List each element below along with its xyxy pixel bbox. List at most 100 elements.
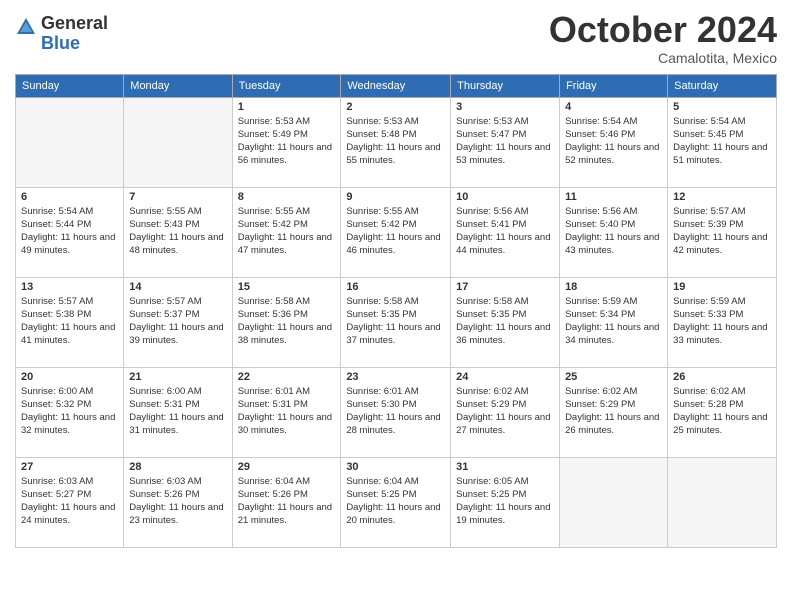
day-info: Sunrise: 5:58 AM Sunset: 5:36 PM Dayligh… bbox=[238, 295, 336, 348]
calendar-cell: 14 Sunrise: 5:57 AM Sunset: 5:37 PM Dayli… bbox=[124, 277, 232, 367]
day-info: Sunrise: 5:55 AM Sunset: 5:42 PM Dayligh… bbox=[238, 205, 336, 258]
day-number: 13 bbox=[21, 281, 118, 293]
day-info: Sunrise: 5:55 AM Sunset: 5:42 PM Dayligh… bbox=[346, 205, 445, 258]
page: General Blue October 2024 Camalotita, Me… bbox=[0, 0, 792, 612]
header-friday: Friday bbox=[560, 74, 668, 97]
day-number: 18 bbox=[565, 281, 662, 293]
day-info: Sunrise: 6:01 AM Sunset: 5:30 PM Dayligh… bbox=[346, 385, 445, 438]
day-number: 10 bbox=[456, 191, 554, 203]
calendar-cell: 28Sunrise: 6:03 AM Sunset: 5:26 PM Dayli… bbox=[124, 457, 232, 547]
day-info: Sunrise: 5:58 AM Sunset: 5:35 PM Dayligh… bbox=[456, 295, 554, 348]
calendar-cell: 6Sunrise: 5:54 AM Sunset: 5:44 PM Daylig… bbox=[16, 187, 124, 277]
logo-general: General bbox=[41, 14, 108, 34]
day-number: 27 bbox=[21, 461, 118, 473]
header-saturday: Saturday bbox=[668, 74, 777, 97]
day-info: Sunrise: 5:54 AM Sunset: 5:46 PM Dayligh… bbox=[565, 115, 662, 168]
calendar-row-3: 20 Sunrise: 6:00 AM Sunset: 5:32 PM Dayli… bbox=[16, 367, 777, 457]
day-info: Sunrise: 6:02 AM Sunset: 5:29 PM Dayligh… bbox=[565, 385, 662, 438]
day-info: Sunrise: 5:55 AM Sunset: 5:43 PM Dayligh… bbox=[129, 205, 226, 258]
calendar-cell: 16 Sunrise: 5:58 AM Sunset: 5:35 PM Dayli… bbox=[341, 277, 451, 367]
day-info: Sunrise: 6:02 AM Sunset: 5:29 PM Dayligh… bbox=[456, 385, 554, 438]
calendar-cell: 22 Sunrise: 6:01 AM Sunset: 5:31 PM Dayli… bbox=[232, 367, 341, 457]
day-number: 11 bbox=[565, 191, 662, 203]
calendar-cell bbox=[16, 97, 124, 187]
day-number: 23 bbox=[346, 371, 445, 383]
calendar-cell: 1 Sunrise: 5:53 AM Sunset: 5:49 PM Daylig… bbox=[232, 97, 341, 187]
day-number: 20 bbox=[21, 371, 118, 383]
calendar-cell: 18Sunrise: 5:59 AM Sunset: 5:34 PM Dayli… bbox=[560, 277, 668, 367]
calendar-cell: 3Sunrise: 5:53 AM Sunset: 5:47 PM Daylig… bbox=[451, 97, 560, 187]
day-info: Sunrise: 5:57 AM Sunset: 5:39 PM Dayligh… bbox=[673, 205, 771, 258]
day-info: Sunrise: 6:01 AM Sunset: 5:31 PM Dayligh… bbox=[238, 385, 336, 438]
logo-text: General Blue bbox=[41, 14, 108, 54]
calendar-cell: 13Sunrise: 5:57 AM Sunset: 5:38 PM Dayli… bbox=[16, 277, 124, 367]
day-info: Sunrise: 5:56 AM Sunset: 5:40 PM Dayligh… bbox=[565, 205, 662, 258]
calendar-cell: 21 Sunrise: 6:00 AM Sunset: 5:31 PM Dayli… bbox=[124, 367, 232, 457]
header: General Blue October 2024 Camalotita, Me… bbox=[15, 10, 777, 66]
day-info: Sunrise: 6:04 AM Sunset: 5:25 PM Dayligh… bbox=[346, 475, 445, 528]
day-number: 25 bbox=[565, 371, 662, 383]
day-info: Sunrise: 6:03 AM Sunset: 5:27 PM Dayligh… bbox=[21, 475, 118, 528]
logo: General Blue bbox=[15, 14, 108, 54]
weekday-header-row: Sunday Monday Tuesday Wednesday Thursday… bbox=[16, 74, 777, 97]
calendar-cell: 4Sunrise: 5:54 AM Sunset: 5:46 PM Daylig… bbox=[560, 97, 668, 187]
calendar-cell: 31 Sunrise: 6:05 AM Sunset: 5:25 PM Dayli… bbox=[451, 457, 560, 547]
calendar-row-0: 1 Sunrise: 5:53 AM Sunset: 5:49 PM Daylig… bbox=[16, 97, 777, 187]
calendar-cell: 5 Sunrise: 5:54 AM Sunset: 5:45 PM Daylig… bbox=[668, 97, 777, 187]
calendar-cell: 29 Sunrise: 6:04 AM Sunset: 5:26 PM Dayli… bbox=[232, 457, 341, 547]
header-sunday: Sunday bbox=[16, 74, 124, 97]
day-info: Sunrise: 6:05 AM Sunset: 5:25 PM Dayligh… bbox=[456, 475, 554, 528]
calendar-cell: 2 Sunrise: 5:53 AM Sunset: 5:48 PM Daylig… bbox=[341, 97, 451, 187]
calendar-cell: 20 Sunrise: 6:00 AM Sunset: 5:32 PM Dayli… bbox=[16, 367, 124, 457]
day-number: 17 bbox=[456, 281, 554, 293]
day-number: 15 bbox=[238, 281, 336, 293]
calendar-cell: 24Sunrise: 6:02 AM Sunset: 5:29 PM Dayli… bbox=[451, 367, 560, 457]
day-info: Sunrise: 5:54 AM Sunset: 5:45 PM Dayligh… bbox=[673, 115, 771, 168]
day-number: 3 bbox=[456, 101, 554, 113]
header-tuesday: Tuesday bbox=[232, 74, 341, 97]
day-info: Sunrise: 5:56 AM Sunset: 5:41 PM Dayligh… bbox=[456, 205, 554, 258]
calendar-cell: 12Sunrise: 5:57 AM Sunset: 5:39 PM Dayli… bbox=[668, 187, 777, 277]
calendar-cell bbox=[560, 457, 668, 547]
calendar-cell bbox=[124, 97, 232, 187]
day-number: 14 bbox=[129, 281, 226, 293]
day-number: 29 bbox=[238, 461, 336, 473]
day-number: 31 bbox=[456, 461, 554, 473]
calendar-cell: 25 Sunrise: 6:02 AM Sunset: 5:29 PM Dayli… bbox=[560, 367, 668, 457]
day-info: Sunrise: 5:54 AM Sunset: 5:44 PM Dayligh… bbox=[21, 205, 118, 258]
day-number: 22 bbox=[238, 371, 336, 383]
day-number: 16 bbox=[346, 281, 445, 293]
day-number: 5 bbox=[673, 101, 771, 113]
day-number: 26 bbox=[673, 371, 771, 383]
day-number: 1 bbox=[238, 101, 336, 113]
day-info: Sunrise: 5:59 AM Sunset: 5:33 PM Dayligh… bbox=[673, 295, 771, 348]
calendar-cell: 8 Sunrise: 5:55 AM Sunset: 5:42 PM Daylig… bbox=[232, 187, 341, 277]
day-info: Sunrise: 6:04 AM Sunset: 5:26 PM Dayligh… bbox=[238, 475, 336, 528]
day-number: 7 bbox=[129, 191, 226, 203]
day-number: 8 bbox=[238, 191, 336, 203]
calendar-cell: 17 Sunrise: 5:58 AM Sunset: 5:35 PM Dayli… bbox=[451, 277, 560, 367]
logo-icon bbox=[15, 16, 37, 38]
day-info: Sunrise: 5:57 AM Sunset: 5:37 PM Dayligh… bbox=[129, 295, 226, 348]
header-wednesday: Wednesday bbox=[341, 74, 451, 97]
calendar-cell: 19 Sunrise: 5:59 AM Sunset: 5:33 PM Dayli… bbox=[668, 277, 777, 367]
day-info: Sunrise: 5:53 AM Sunset: 5:49 PM Dayligh… bbox=[238, 115, 336, 168]
day-info: Sunrise: 6:02 AM Sunset: 5:28 PM Dayligh… bbox=[673, 385, 771, 438]
day-number: 30 bbox=[346, 461, 445, 473]
calendar-cell: 23 Sunrise: 6:01 AM Sunset: 5:30 PM Dayli… bbox=[341, 367, 451, 457]
day-number: 21 bbox=[129, 371, 226, 383]
day-info: Sunrise: 6:00 AM Sunset: 5:32 PM Dayligh… bbox=[21, 385, 118, 438]
month-title: October 2024 bbox=[549, 10, 777, 50]
day-number: 19 bbox=[673, 281, 771, 293]
day-info: Sunrise: 5:53 AM Sunset: 5:48 PM Dayligh… bbox=[346, 115, 445, 168]
header-monday: Monday bbox=[124, 74, 232, 97]
day-info: Sunrise: 5:58 AM Sunset: 5:35 PM Dayligh… bbox=[346, 295, 445, 348]
day-number: 2 bbox=[346, 101, 445, 113]
header-thursday: Thursday bbox=[451, 74, 560, 97]
day-info: Sunrise: 6:00 AM Sunset: 5:31 PM Dayligh… bbox=[129, 385, 226, 438]
day-number: 9 bbox=[346, 191, 445, 203]
title-block: October 2024 Camalotita, Mexico bbox=[549, 10, 777, 66]
calendar-cell: 27 Sunrise: 6:03 AM Sunset: 5:27 PM Dayli… bbox=[16, 457, 124, 547]
calendar-cell: 30 Sunrise: 6:04 AM Sunset: 5:25 PM Dayli… bbox=[341, 457, 451, 547]
calendar-cell: 26 Sunrise: 6:02 AM Sunset: 5:28 PM Dayli… bbox=[668, 367, 777, 457]
